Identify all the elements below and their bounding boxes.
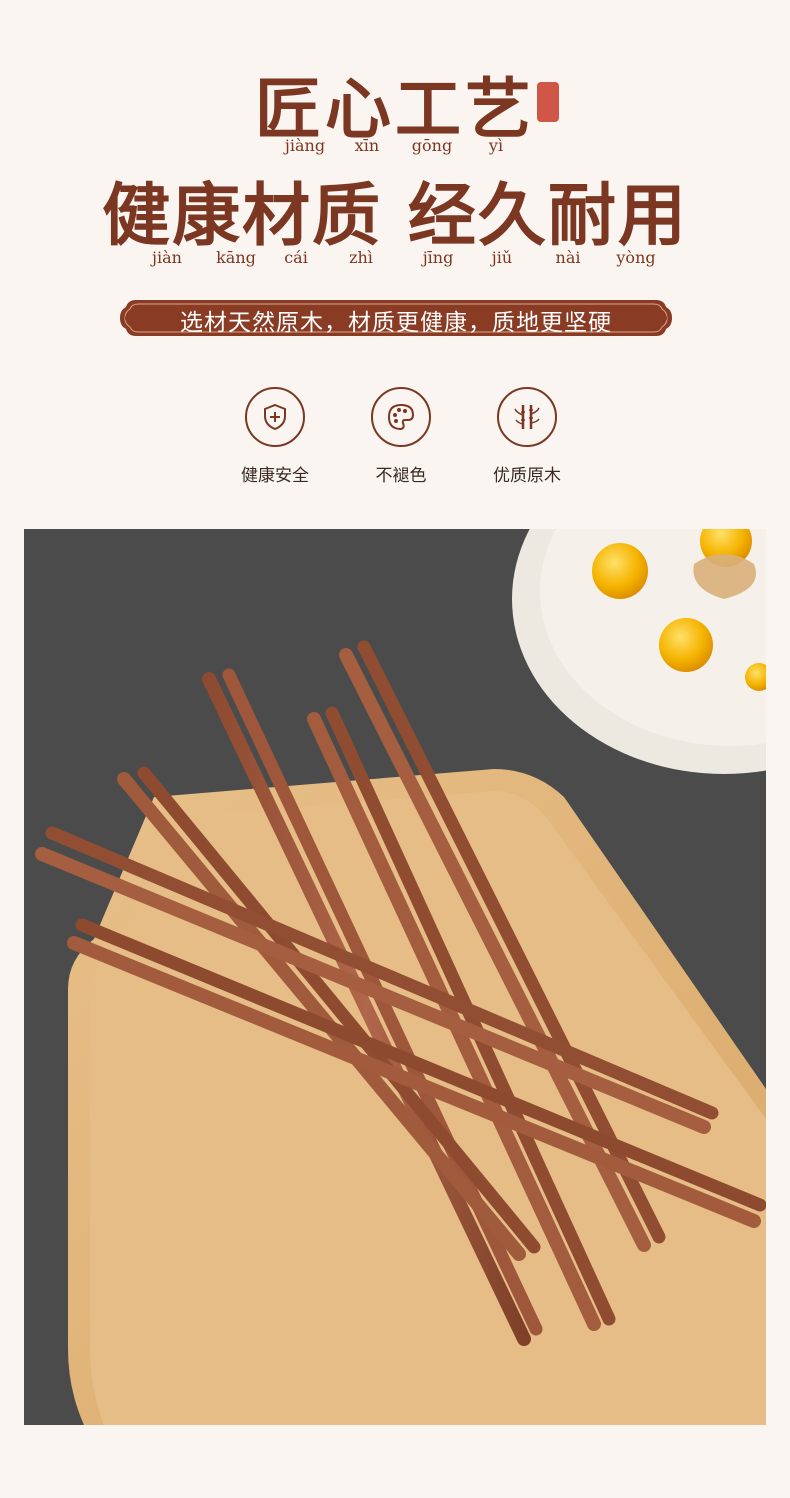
seal-stamp-icon [537, 82, 559, 122]
pinyin-syllable: gōng [411, 136, 453, 155]
pinyin-syllable: kāng [216, 248, 256, 267]
pinyin-syllable: nài [555, 248, 581, 267]
pinyin-syllable: zhì [349, 248, 373, 267]
pinyin-syllable: xīn [354, 136, 380, 155]
product-photo [24, 529, 766, 1425]
pinyin-syllable: yì [488, 136, 504, 155]
page-title: 匠心工艺 [255, 70, 535, 148]
feature-label: 优质原木 [493, 466, 561, 486]
feature-label: 健康安全 [241, 466, 309, 486]
feature-colorfast: 不褪色 [336, 387, 466, 486]
banner-text: 选材天然原木，材质更健康，质地更坚硬 [180, 310, 612, 336]
feature-label: 不褪色 [375, 466, 427, 486]
bamboo-icon [497, 387, 557, 447]
pinyin-syllable: jiǔ [491, 248, 513, 267]
pinyin-syllable: jiàn [152, 248, 182, 267]
pinyin-syllable: jiàng [284, 136, 326, 155]
feature-health: 健康安全 [210, 387, 340, 486]
pinyin-syllable: jīng [422, 248, 454, 267]
palette-icon [371, 387, 431, 447]
pinyin-syllable: yòng [616, 248, 656, 267]
page-subtitle: 健康材质 经久耐用 [102, 176, 688, 256]
pinyin-syllable: cái [284, 248, 308, 267]
feature-wood: 优质原木 [462, 387, 592, 486]
shield-plus-icon [245, 387, 305, 447]
feature-banner: 选材天然原木，材质更健康，质地更坚硬 [118, 297, 674, 339]
